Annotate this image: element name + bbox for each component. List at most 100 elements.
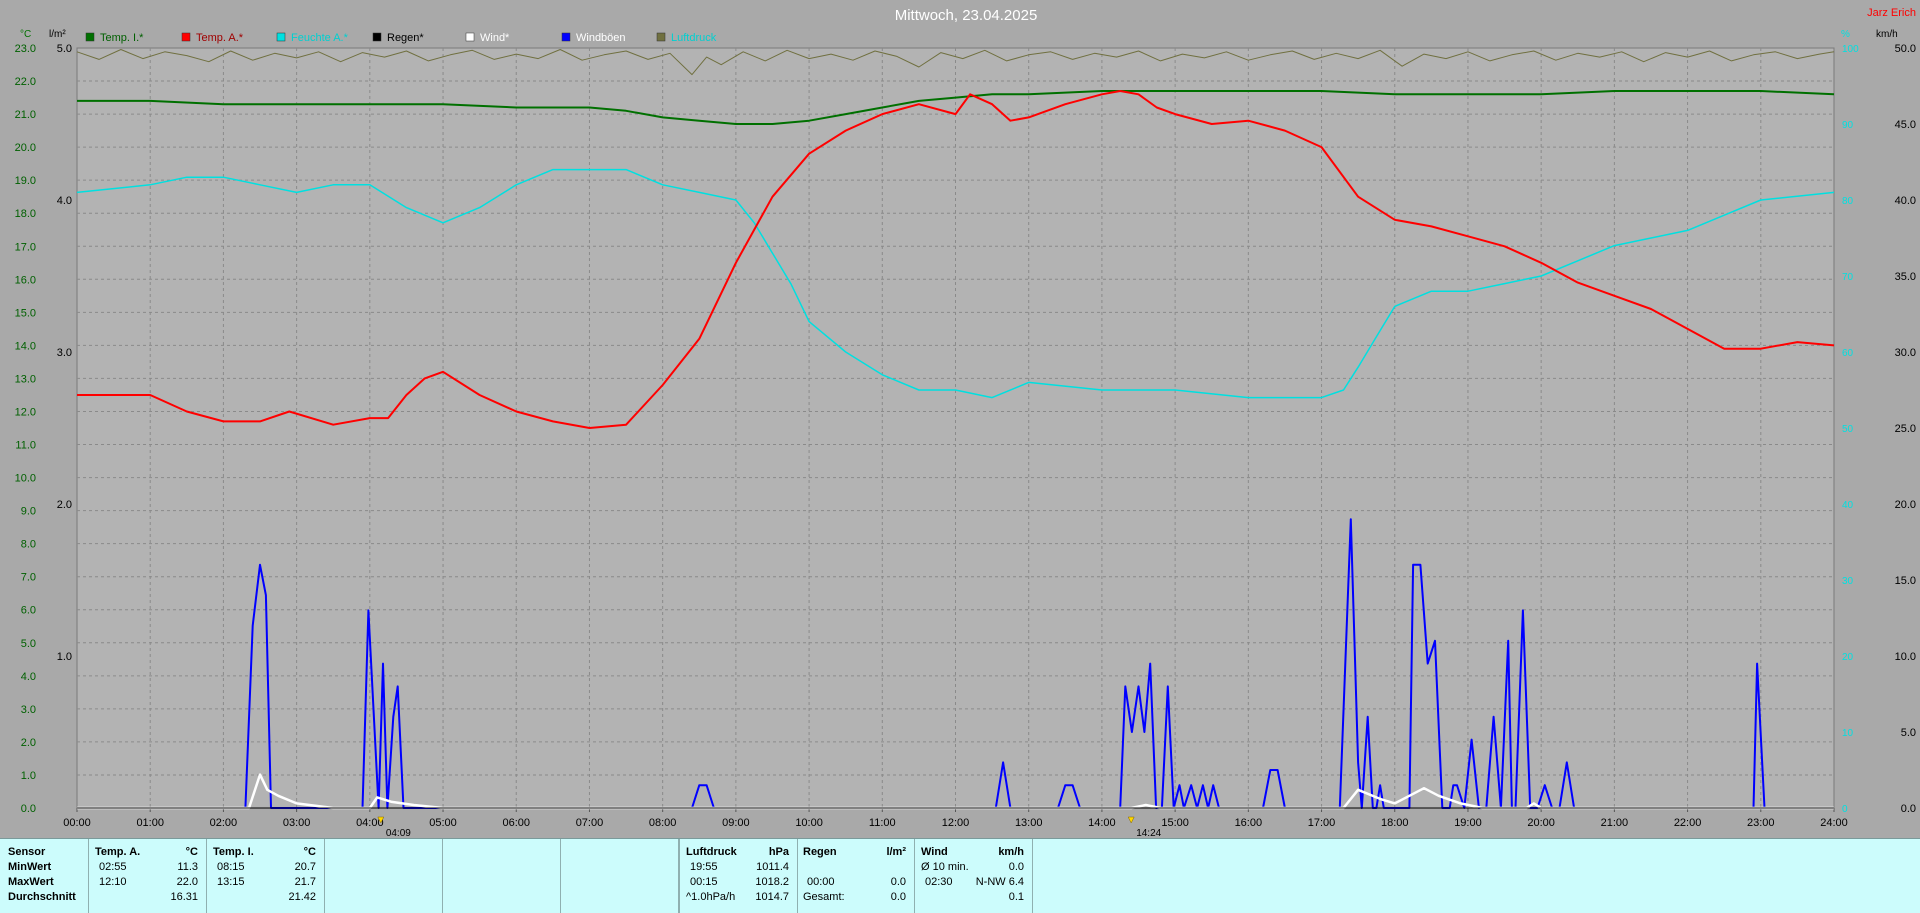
wind-avg10-value: 0.0 xyxy=(1008,861,1024,873)
x-tick-label: 12:00 xyxy=(942,817,970,829)
humidity-tick-label: 100 xyxy=(1842,44,1859,55)
x-tick-label: 03:00 xyxy=(283,817,311,829)
wind-tick-label: 25.0 xyxy=(1895,423,1916,435)
legend-label: Windböen xyxy=(576,32,626,44)
pressure-header: Luftdruck xyxy=(686,846,737,858)
temp-tick-label: 20.0 xyxy=(15,142,36,154)
temp-tick-label: 14.0 xyxy=(15,340,36,352)
legend-label: Temp. A.* xyxy=(196,32,244,44)
rain-unit: l/m² xyxy=(886,846,906,858)
temp-tick-label: 19.0 xyxy=(15,175,36,187)
marker-label: 14:24 xyxy=(1136,828,1161,838)
marker-icon xyxy=(1127,816,1135,824)
rain-tick-label: 4.0 xyxy=(57,195,72,207)
temp-tick-label: 3.0 xyxy=(21,704,36,716)
legend-swatch xyxy=(465,32,475,42)
x-tick-label: 06:00 xyxy=(502,817,530,829)
temp-a-max-value: 22.0 xyxy=(176,876,198,888)
x-tick-label: 13:00 xyxy=(1015,817,1043,829)
wind-tick-label: 35.0 xyxy=(1895,271,1916,283)
legend: Temp. I.* Temp. A.* Feuchte A.* Regen* Wind*… xyxy=(85,32,717,44)
wind-tick-label: 15.0 xyxy=(1895,575,1916,587)
humidity-tick-label: 70 xyxy=(1842,272,1854,283)
stats-col-sensor: Sensor MinWert MaxWert Durchschnitt xyxy=(0,839,89,913)
wind-tick-label: 10.0 xyxy=(1895,651,1916,663)
temp-tick-label: 10.0 xyxy=(15,473,36,485)
temp-a-min-value: 11.3 xyxy=(177,861,198,873)
temp-i-max-value: 21.7 xyxy=(294,876,316,888)
legend-label: Luftdruck xyxy=(671,32,717,44)
humidity-tick-label: 60 xyxy=(1842,348,1854,359)
rain-unit-label: l/m² xyxy=(49,29,66,40)
wind-tick-label: 45.0 xyxy=(1895,119,1916,131)
temp-tick-label: 11.0 xyxy=(15,440,36,452)
x-tick-label: 11:00 xyxy=(869,817,896,829)
row-label-max: MaxWert xyxy=(8,876,54,888)
marker-label: 04:09 xyxy=(386,828,411,838)
humidity-tick-label: 50 xyxy=(1842,424,1854,435)
legend-swatch xyxy=(85,32,95,42)
stats-col-rain: Regen l/m² 00:00 0.0 Gesamt: 0.0 xyxy=(797,839,915,913)
humidity-tick-label: 80 xyxy=(1842,196,1854,207)
row-label-avg: Durchschnitt xyxy=(8,891,76,903)
temp-i-header: Temp. I. xyxy=(213,846,254,858)
x-tick-label: 09:00 xyxy=(722,817,750,829)
x-tick-label: 19:00 xyxy=(1454,817,1482,829)
stats-col-temp-a: Temp. A. °C 02:55 11.3 12:10 22.0 16.31 xyxy=(89,839,207,913)
x-tick-label: 17:00 xyxy=(1308,817,1336,829)
temp-tick-label: 23.0 xyxy=(15,43,36,55)
stats-col-empty-3 xyxy=(561,839,679,913)
temp-tick-label: 9.0 xyxy=(21,506,36,518)
x-tick-label: 24:00 xyxy=(1820,817,1848,829)
rain-tick-label: 3.0 xyxy=(57,347,72,359)
humidity-tick-label: 10 xyxy=(1842,728,1854,739)
stats-col-pressure: Luftdruck hPa 19:55 1011.4 00:15 1018.2 … xyxy=(679,839,798,913)
rain-tick-label: 5.0 xyxy=(57,43,72,55)
x-tick-label: 22:00 xyxy=(1674,817,1702,829)
humidity-unit-label: % xyxy=(1841,29,1850,40)
temp-tick-label: 7.0 xyxy=(21,572,36,584)
temp-tick-label: 15.0 xyxy=(15,307,36,319)
temp-tick-label: 6.0 xyxy=(21,605,36,617)
stats-col-wind: Wind km/h Ø 10 min. 0.0 02:30 N-NW 6.4 0… xyxy=(915,839,1033,913)
temp-tick-label: 1.0 xyxy=(21,770,36,782)
wind-tick-label: 20.0 xyxy=(1895,499,1916,511)
temp-tick-label: 2.0 xyxy=(21,737,36,749)
temp-a-unit: °C xyxy=(185,846,198,858)
legend-label: Feuchte A.* xyxy=(291,32,349,44)
humidity-tick-label: 0 xyxy=(1842,804,1848,815)
wind-tick-label: 30.0 xyxy=(1895,347,1916,359)
wind-max-value: N-NW 6.4 xyxy=(975,876,1024,888)
temp-tick-label: 16.0 xyxy=(15,274,36,286)
pressure-unit: hPa xyxy=(768,846,789,858)
pressure-trend: ^1.0hPa/h xyxy=(686,891,736,903)
temp-i-avg-value: 21.42 xyxy=(288,891,316,903)
temp-a-max-time: 12:10 xyxy=(99,876,127,888)
wind-tick-label: 40.0 xyxy=(1895,195,1916,207)
temp-tick-label: 13.0 xyxy=(15,373,36,385)
legend-label: Regen* xyxy=(387,32,424,44)
sensor-header: Sensor xyxy=(8,846,46,858)
rain-total-value: 0.0 xyxy=(890,891,906,903)
x-tick-label: 18:00 xyxy=(1381,817,1409,829)
temp-i-min-value: 20.7 xyxy=(294,861,316,873)
temp-a-min-time: 02:55 xyxy=(99,861,127,873)
temp-tick-label: 22.0 xyxy=(15,76,36,88)
rain-max-time: 00:00 xyxy=(807,876,835,888)
x-tick-label: 23:00 xyxy=(1747,817,1775,829)
rain-max-value: 0.0 xyxy=(890,876,906,888)
x-tick-label: 02:00 xyxy=(210,817,238,829)
temp-i-max-time: 13:15 xyxy=(217,876,245,888)
temp-i-unit: °C xyxy=(303,846,316,858)
rain-tick-label: 1.0 xyxy=(57,651,72,663)
rain-total-label: Gesamt: xyxy=(803,891,845,903)
wind-header: Wind xyxy=(921,846,948,858)
humidity-tick-label: 30 xyxy=(1842,576,1854,587)
legend-swatch xyxy=(181,32,191,42)
pressure-avg-value: 1014.7 xyxy=(755,891,789,903)
wind-unit-label: km/h xyxy=(1876,29,1898,40)
temp-a-header: Temp. A. xyxy=(95,846,141,858)
legend-swatch xyxy=(656,32,666,42)
x-tick-label: 01:00 xyxy=(136,817,164,829)
x-tick-label: 07:00 xyxy=(576,817,604,829)
